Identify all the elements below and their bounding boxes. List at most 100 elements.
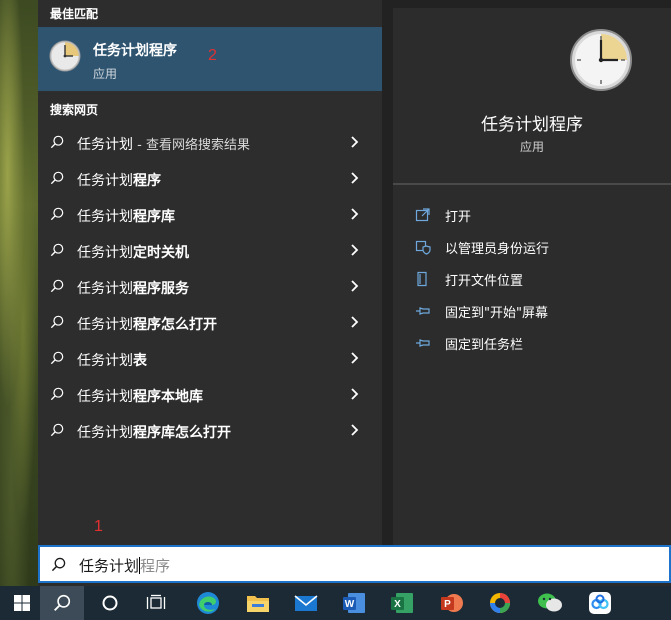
suggestion-text: 程序怎么打开 xyxy=(133,317,217,333)
best-match-item[interactable]: 任务计划程序 应用 2 xyxy=(38,27,382,91)
excel-icon: X xyxy=(391,593,413,613)
best-match-name: 任务计划程序 xyxy=(93,43,177,59)
app-detail-card: 任务计划程序 应用 打开 以管理员身份运行 打开文件位置 固定到"开始"屏幕 固… xyxy=(393,8,671,545)
pin-icon xyxy=(416,339,430,347)
taskbar-search-button[interactable] xyxy=(40,586,84,620)
task-view-button[interactable] xyxy=(134,586,178,620)
detail-kind: 应用 xyxy=(519,140,544,154)
task-scheduler-clock-icon xyxy=(570,29,632,91)
web-search-label: 任务计划程序怎么打开 xyxy=(77,314,217,334)
query-match-text: 任务计划 xyxy=(77,137,133,153)
svg-text:P: P xyxy=(444,599,451,610)
suggestion-subtext: - 查看网络搜索结果 xyxy=(133,138,250,153)
best-match-header: 最佳匹配 xyxy=(50,7,99,21)
search-icon xyxy=(50,387,64,401)
query-match-text: 任务计划 xyxy=(77,281,133,297)
svg-text:X: X xyxy=(394,599,401,610)
wechat-button[interactable] xyxy=(528,586,572,620)
action-pin-to-taskbar[interactable]: 固定到任务栏 xyxy=(415,332,665,356)
shield-icon xyxy=(415,240,431,255)
web-search-label: 任务计划程序服务 xyxy=(77,278,189,298)
photos-icon xyxy=(490,593,510,613)
web-search-item[interactable]: 任务计划定时关机 xyxy=(38,232,382,268)
web-search-item[interactable]: 任务计划程序怎么打开 xyxy=(38,304,382,340)
start-button[interactable] xyxy=(0,586,44,620)
mail-button[interactable] xyxy=(284,586,328,620)
action-label: 以管理员身份运行 xyxy=(445,242,550,257)
powerpoint-button[interactable]: P xyxy=(430,586,474,620)
app-detail-panel: 任务计划程序 应用 打开 以管理员身份运行 打开文件位置 固定到"开始"屏幕 固… xyxy=(382,0,671,545)
excel-button[interactable]: X xyxy=(380,586,424,620)
file-explorer-button[interactable] xyxy=(236,586,280,620)
suggestion-text: 程序本地库 xyxy=(133,389,203,405)
action-run-as-admin[interactable]: 以管理员身份运行 xyxy=(415,236,665,260)
query-match-text: 任务计划 xyxy=(77,389,133,405)
chevron-right-icon[interactable] xyxy=(349,315,361,329)
query-match-text: 任务计划 xyxy=(77,245,133,261)
file-location-icon xyxy=(417,271,427,287)
chevron-right-icon[interactable] xyxy=(349,207,361,221)
chevron-right-icon[interactable] xyxy=(349,279,361,293)
chevron-right-icon[interactable] xyxy=(349,171,361,185)
search-icon xyxy=(50,171,64,185)
search-box[interactable]: 任务计划程序 xyxy=(38,545,671,583)
search-typed-text: 任务计划 xyxy=(79,557,140,575)
photos-button[interactable] xyxy=(478,586,522,620)
task-scheduler-icon xyxy=(49,40,81,72)
annotation-2: 2 xyxy=(208,47,217,64)
suggestion-text: 程序服务 xyxy=(133,281,189,297)
edge-button[interactable] xyxy=(186,586,230,620)
search-icon xyxy=(54,594,71,611)
search-icon xyxy=(50,351,64,365)
task-view-icon xyxy=(146,594,166,609)
action-open-file-location[interactable]: 打开文件位置 xyxy=(415,268,665,292)
web-search-item[interactable]: 任务计划程序库 xyxy=(38,196,382,232)
web-search-label: 任务计划 - 查看网络搜索结果 xyxy=(77,134,250,154)
web-search-label: 任务计划程序本地库 xyxy=(77,386,203,406)
chevron-right-icon[interactable] xyxy=(349,387,361,401)
suggestion-text: 定时关机 xyxy=(133,245,189,261)
word-button[interactable]: W xyxy=(332,586,376,620)
action-label: 打开文件位置 xyxy=(445,274,524,289)
query-match-text: 任务计划 xyxy=(77,173,133,189)
search-icon xyxy=(51,557,66,572)
best-match-kind: 应用 xyxy=(93,67,118,81)
search-icon xyxy=(50,135,64,149)
web-search-item[interactable]: 任务计划表 xyxy=(38,340,382,376)
search-input[interactable]: 任务计划程序 xyxy=(79,555,170,576)
chevron-right-icon[interactable] xyxy=(349,243,361,257)
suggestion-text: 程序库 xyxy=(133,209,175,225)
search-icon xyxy=(50,279,64,293)
file-explorer-icon xyxy=(247,596,269,612)
web-search-item[interactable]: 任务计划程序 xyxy=(38,160,382,196)
action-label: 固定到"开始"屏幕 xyxy=(445,306,548,321)
action-open[interactable]: 打开 xyxy=(415,204,665,228)
mail-icon xyxy=(294,595,318,611)
baidu-netdisk-button[interactable] xyxy=(578,586,622,620)
powerpoint-icon: P xyxy=(441,594,463,612)
svg-text:W: W xyxy=(345,599,355,610)
query-match-text: 任务计划 xyxy=(77,317,133,333)
chevron-right-icon[interactable] xyxy=(349,135,361,149)
web-search-item[interactable]: 任务计划程序库怎么打开 xyxy=(38,412,382,448)
search-icon xyxy=(50,423,64,437)
search-icon xyxy=(50,207,64,221)
suggestion-text: 程序库怎么打开 xyxy=(133,425,231,441)
detail-divider xyxy=(393,183,671,185)
web-search-label: 任务计划定时关机 xyxy=(77,242,189,262)
taskbar: W X P xyxy=(0,586,671,620)
chevron-right-icon[interactable] xyxy=(349,351,361,365)
annotation-1: 1 xyxy=(94,518,103,535)
search-icon xyxy=(50,243,64,257)
query-match-text: 任务计划 xyxy=(77,425,133,441)
web-search-item[interactable]: 任务计划 - 查看网络搜索结果 xyxy=(38,124,382,160)
chevron-right-icon[interactable] xyxy=(349,423,361,437)
web-search-header: 搜索网页 xyxy=(50,103,99,117)
edge-icon xyxy=(197,592,219,614)
cortana-button[interactable] xyxy=(88,586,132,620)
web-search-label: 任务计划程序库怎么打开 xyxy=(77,422,231,442)
action-pin-to-start[interactable]: 固定到"开始"屏幕 xyxy=(415,300,665,324)
web-search-item[interactable]: 任务计划程序本地库 xyxy=(38,376,382,412)
web-search-item[interactable]: 任务计划程序服务 xyxy=(38,268,382,304)
web-search-label: 任务计划程序 xyxy=(77,170,161,190)
